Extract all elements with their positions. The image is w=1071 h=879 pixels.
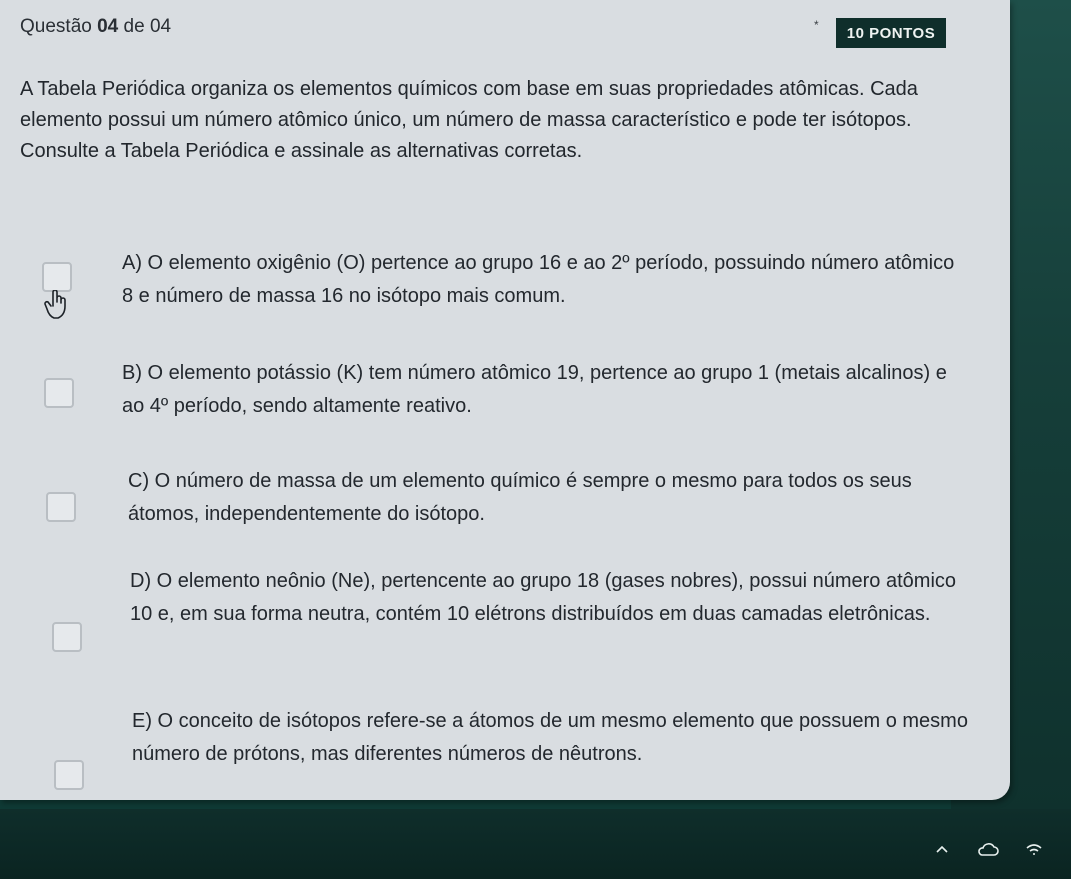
- option-b-checkbox[interactable]: [44, 378, 74, 408]
- option-e-checkbox[interactable]: [54, 760, 84, 790]
- chevron-up-icon[interactable]: [933, 841, 951, 865]
- question-card: Questão 04 de 04 * 10 PONTOS A Tabela Pe…: [0, 0, 1010, 800]
- option-c-checkbox[interactable]: [46, 492, 76, 522]
- option-b-text[interactable]: B) O elemento potássio (K) tem número at…: [122, 357, 967, 423]
- cloud-icon[interactable]: [977, 841, 999, 865]
- wifi-icon[interactable]: [1025, 841, 1043, 865]
- option-e-text[interactable]: E) O conceito de isótopos refere-se a át…: [132, 705, 977, 771]
- required-marker: *: [814, 18, 819, 32]
- question-number: 04: [97, 16, 119, 37]
- points-badge: 10 PONTOS: [836, 18, 946, 48]
- option-a-checkbox[interactable]: [42, 262, 72, 292]
- question-total: de 04: [123, 16, 172, 37]
- option-d-text[interactable]: D) O elemento neônio (Ne), pertencente a…: [130, 565, 975, 631]
- question-text: A Tabela Periódica organiza os elementos…: [20, 78, 918, 162]
- option-a-text[interactable]: A) O elemento oxigênio (O) pertence ao g…: [122, 247, 967, 313]
- question-prefix: Questão: [20, 16, 92, 37]
- taskbar: [0, 809, 1071, 879]
- hand-pointer-icon: [44, 289, 70, 324]
- option-d-checkbox[interactable]: [52, 622, 82, 652]
- question-header: Questão 04 de 04: [20, 16, 171, 38]
- option-c-text[interactable]: C) O número de massa de um elemento quím…: [128, 465, 973, 531]
